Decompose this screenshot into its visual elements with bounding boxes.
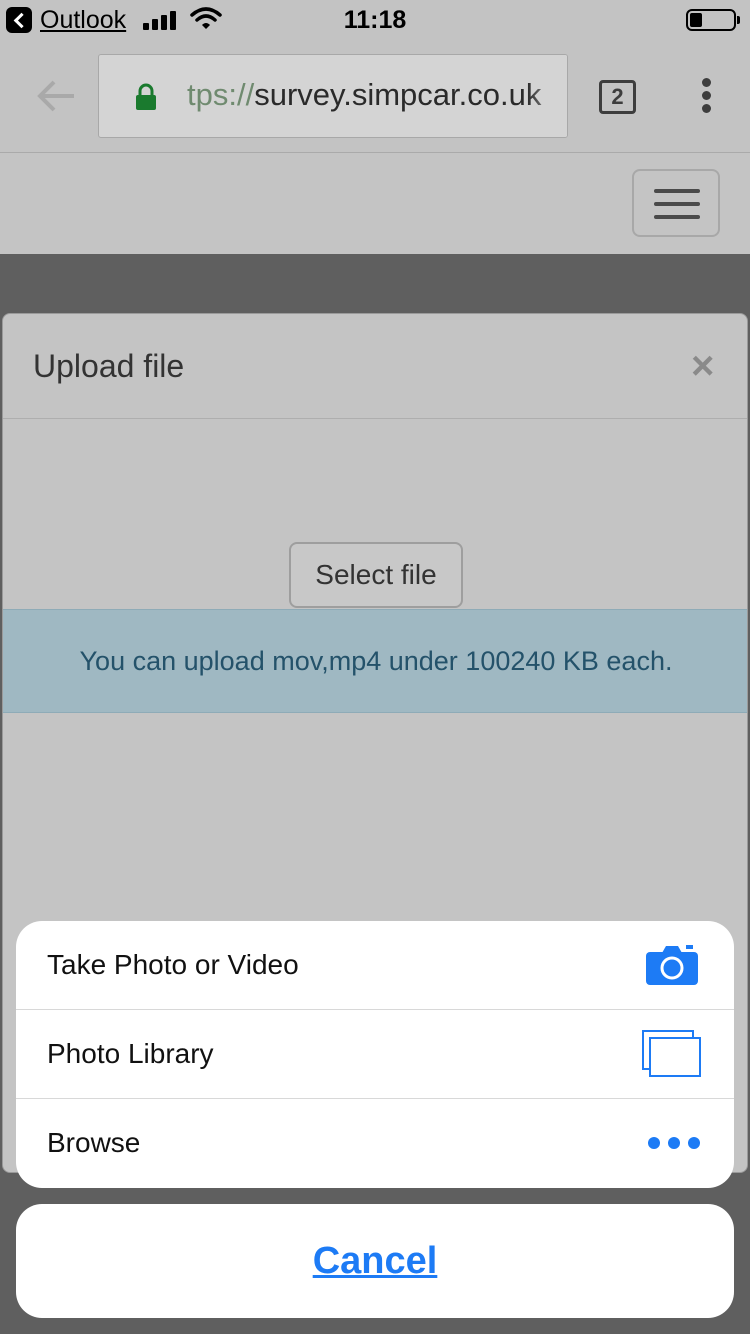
- lock-icon: [136, 83, 156, 110]
- hamburger-menu-button[interactable]: [632, 169, 720, 237]
- cancel-label: Cancel: [312, 1240, 438, 1282]
- more-dots-icon: [648, 1137, 700, 1149]
- back-arrow-icon[interactable]: [36, 78, 76, 114]
- close-icon[interactable]: ×: [691, 346, 714, 386]
- browser-toolbar: tps://survey.simpcar.co.uk 2: [0, 40, 750, 153]
- battery-icon: [686, 9, 740, 31]
- photo-library-option[interactable]: Photo Library: [16, 1010, 734, 1099]
- site-header: [0, 153, 750, 254]
- action-sheet: Take Photo or Video Photo Library Browse: [16, 921, 734, 1188]
- camera-icon: [646, 945, 698, 985]
- photo-library-icon: [642, 1030, 701, 1077]
- overflow-menu-icon[interactable]: [700, 78, 712, 116]
- photo-library-label: Photo Library: [47, 1038, 214, 1069]
- address-bar[interactable]: tps://survey.simpcar.co.uk: [98, 54, 568, 138]
- modal-title: Upload file: [33, 348, 185, 384]
- url-host: survey.simpcar.co.uk: [254, 77, 542, 112]
- take-photo-option[interactable]: Take Photo or Video: [16, 921, 734, 1010]
- status-bar: Outlook 11:18: [0, 0, 750, 40]
- url-protocol: tps://: [187, 77, 255, 112]
- browse-option[interactable]: Browse: [16, 1099, 734, 1188]
- browse-label: Browse: [47, 1127, 141, 1158]
- take-photo-label: Take Photo or Video: [47, 949, 299, 980]
- modal-header: Upload file ×: [3, 314, 747, 419]
- url-fade: [527, 55, 567, 137]
- select-file-button[interactable]: Select file: [289, 542, 463, 608]
- tab-switcher-button[interactable]: 2: [599, 80, 636, 114]
- upload-info-alert: You can upload mov,mp4 under 100240 KB e…: [3, 609, 747, 713]
- clock: 11:18: [343, 6, 407, 34]
- url-text: tps://survey.simpcar.co.uk: [187, 77, 541, 113]
- cancel-button[interactable]: Cancel: [16, 1204, 734, 1318]
